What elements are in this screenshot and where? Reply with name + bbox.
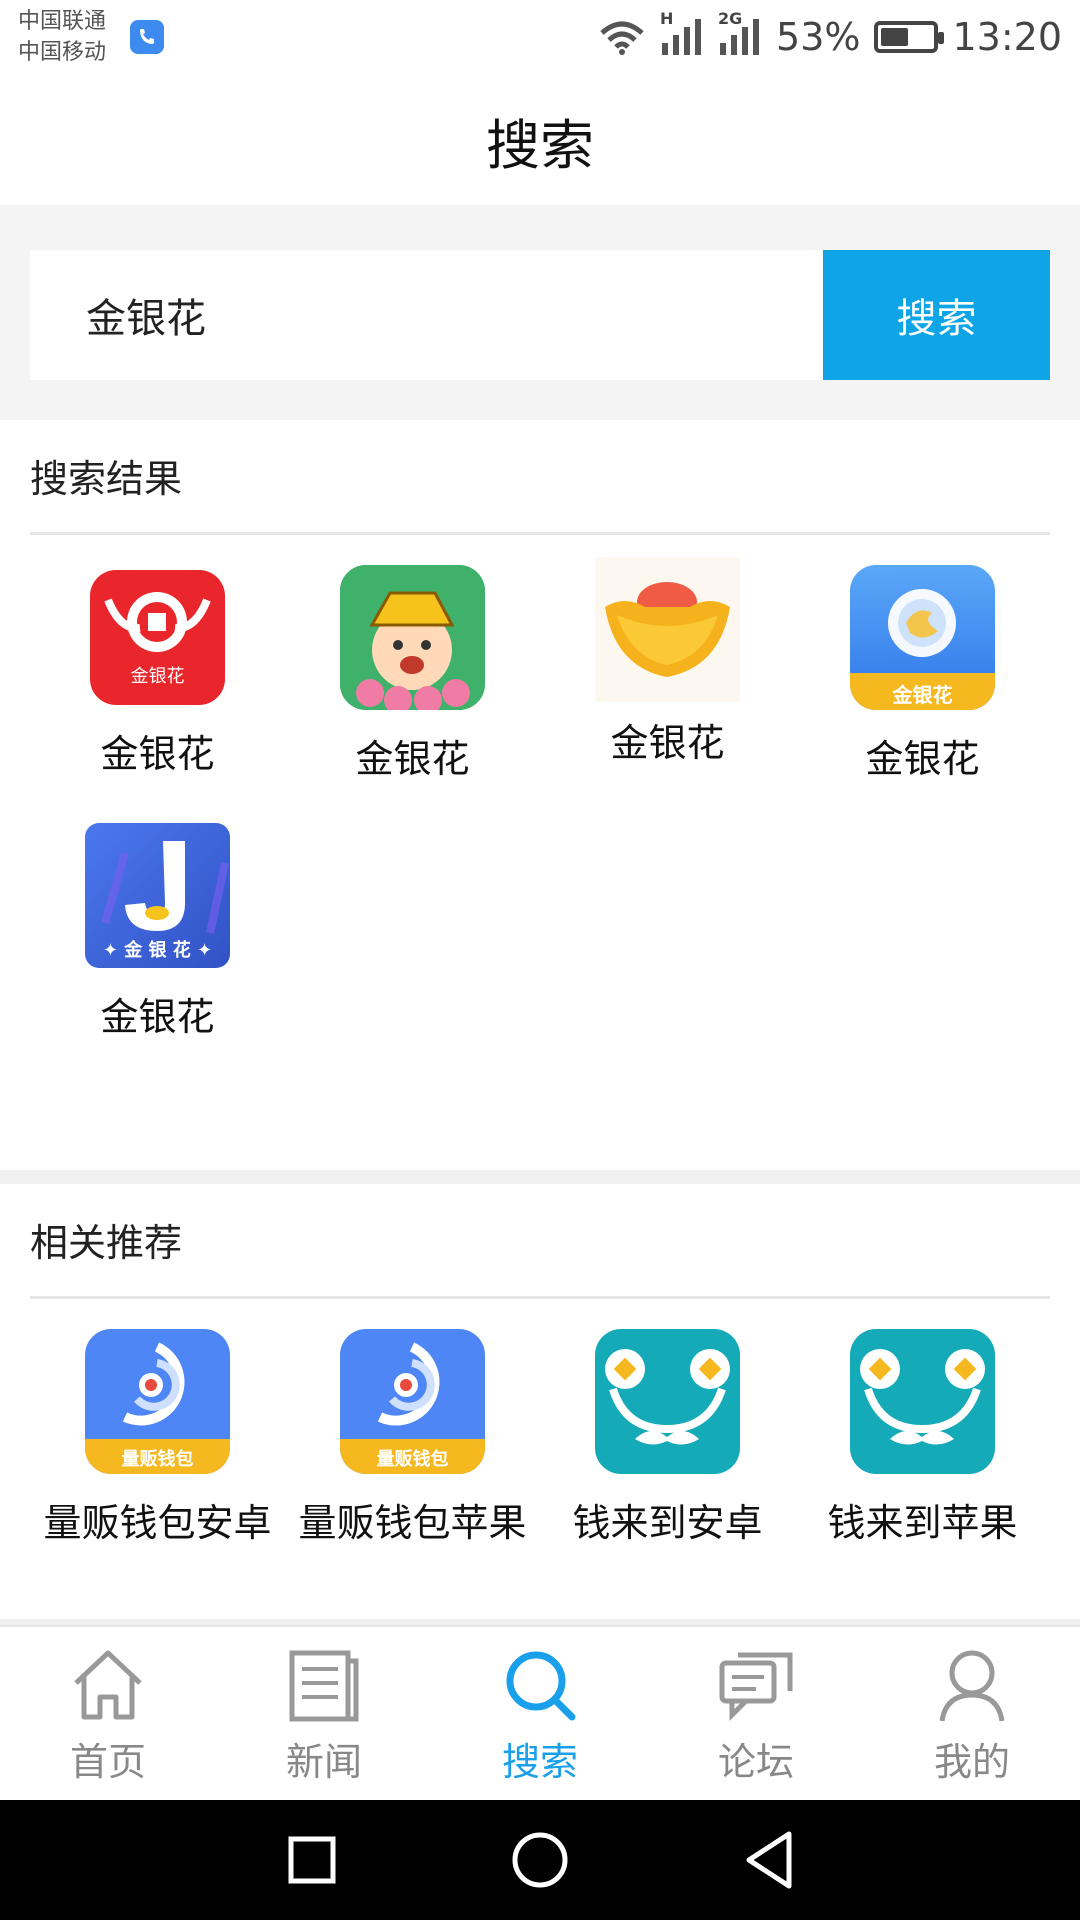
title-bar: 搜索 xyxy=(0,75,1080,205)
app-item[interactable]: 钱来到安卓 xyxy=(540,1329,795,1547)
nav-search[interactable]: 搜索 xyxy=(432,1627,648,1800)
back-icon[interactable] xyxy=(743,1830,793,1890)
section-title-results: 搜索结果 xyxy=(30,457,183,501)
app-name: 金银花 xyxy=(355,737,470,781)
forum-icon xyxy=(719,1652,793,1722)
icon-text: 金银花 xyxy=(892,683,953,707)
app-item[interactable]: 金银花 金银花 xyxy=(30,565,285,783)
icon-text: 量贩钱包 xyxy=(376,1449,449,1470)
home-button-icon[interactable] xyxy=(510,1830,570,1890)
icon-text: 金银花 xyxy=(130,666,185,687)
system-nav-bar xyxy=(0,1800,1080,1920)
nav-forum[interactable]: 论坛 xyxy=(648,1627,864,1800)
status-bar: 中国联通 中国移动 H 2G 53% 13:20 xyxy=(0,0,1080,75)
search-button[interactable]: 搜索 xyxy=(823,250,1050,380)
section-divider xyxy=(0,1170,1080,1184)
nav-label: 首页 xyxy=(69,1740,146,1784)
app-item[interactable]: 量贩钱包 量贩钱包苹果 xyxy=(285,1329,540,1547)
carrier-1: 中国联通 xyxy=(18,9,107,34)
app-name: 量贩钱包安卓 xyxy=(43,1501,272,1545)
carrier-labels: 中国联通 中国移动 xyxy=(18,6,106,68)
status-indicators: H 2G 53% 13:20 xyxy=(598,9,1062,62)
results-grid: 金银花 金银花 金银花 金银花 金银花 金银花 ✦ 金 银 花 ✦ 金银花 xyxy=(0,557,1080,1041)
phone-call-icon xyxy=(130,20,164,54)
search-results-section: 搜索结果 金银花 金银花 金银花 金银花 金银花 金银花 ✦ 金 银 花 ✦ 金… xyxy=(0,420,1080,1170)
qianlaidao-mustache-icon xyxy=(850,1329,995,1474)
app-name: 金银花 xyxy=(100,732,215,776)
app-name: 金银花 xyxy=(100,995,215,1039)
app-item[interactable]: 金银花 xyxy=(540,557,795,783)
nav-profile[interactable]: 我的 xyxy=(864,1627,1080,1800)
battery-icon xyxy=(874,21,945,53)
app-item[interactable]: 金银花 金银花 xyxy=(795,565,1050,783)
divider xyxy=(30,532,1050,535)
search-icon xyxy=(506,1651,576,1721)
wifi-icon xyxy=(600,21,644,55)
jinyinhua-blue-coin-icon: 金银花 xyxy=(850,565,995,710)
recommend-section: 相关推荐 量贩钱包 量贩钱包安卓 量贩钱包 量贩钱包苹果 钱来到安卓 钱来到苹果 xyxy=(0,1184,1080,1619)
app-item[interactable]: 量贩钱包 量贩钱包安卓 xyxy=(30,1329,285,1547)
app-name: 钱来到苹果 xyxy=(827,1501,1018,1545)
app-name: 金银花 xyxy=(610,721,725,765)
signal-2g-icon: 2G xyxy=(718,9,762,57)
jinyinhua-cartoon-girl-icon xyxy=(340,565,485,710)
jinyinhua-gold-ingot-icon xyxy=(595,557,740,702)
liangfan-wallet-icon: 量贩钱包 xyxy=(340,1329,485,1474)
nav-label: 我的 xyxy=(933,1740,1010,1784)
icon-text: 量贩钱包 xyxy=(121,1449,194,1470)
carrier-2: 中国移动 xyxy=(18,40,107,65)
section-title-recommend: 相关推荐 xyxy=(30,1221,183,1265)
app-item[interactable]: ✦ 金 银 花 ✦ 金银花 xyxy=(30,823,285,1041)
liangfan-wallet-icon: 量贩钱包 xyxy=(85,1329,230,1474)
nav-news[interactable]: 新闻 xyxy=(216,1627,432,1800)
recent-apps-icon[interactable] xyxy=(287,1835,337,1885)
clock: 13:20 xyxy=(952,15,1062,59)
app-name: 钱来到安卓 xyxy=(572,1501,763,1545)
bottom-nav: 首页 新闻 搜索 论坛 我的 xyxy=(0,1625,1080,1800)
jinyinhua-red-coin-icon: 金银花 xyxy=(90,570,225,705)
home-icon xyxy=(74,1650,142,1720)
search-box[interactable] xyxy=(30,250,823,380)
icon-text: ✦ 金 银 花 ✦ xyxy=(102,940,213,961)
page-title: 搜索 xyxy=(486,113,594,177)
divider xyxy=(30,1296,1050,1299)
signal-h-icon: H xyxy=(660,9,704,57)
app-name: 金银花 xyxy=(865,737,980,781)
qianlaidao-mustache-icon xyxy=(595,1329,740,1474)
nav-label: 新闻 xyxy=(285,1740,362,1784)
battery-percent: 53% xyxy=(776,15,861,59)
battery-fill xyxy=(881,28,908,46)
jinyinhua-letter-j-icon: ✦ 金 银 花 ✦ xyxy=(85,823,230,968)
nav-label: 论坛 xyxy=(717,1740,794,1784)
app-item[interactable]: 金银花 xyxy=(285,565,540,783)
app-item[interactable]: 钱来到苹果 xyxy=(795,1329,1050,1547)
nav-label: 搜索 xyxy=(501,1740,578,1784)
search-input[interactable] xyxy=(86,292,823,338)
search-area: 搜索 xyxy=(0,205,1080,420)
nav-home[interactable]: 首页 xyxy=(0,1627,216,1800)
profile-icon xyxy=(939,1650,1005,1722)
recommend-grid: 量贩钱包 量贩钱包安卓 量贩钱包 量贩钱包苹果 钱来到安卓 钱来到苹果 xyxy=(0,1329,1080,1547)
news-icon xyxy=(289,1650,359,1722)
app-name: 量贩钱包苹果 xyxy=(298,1501,527,1545)
